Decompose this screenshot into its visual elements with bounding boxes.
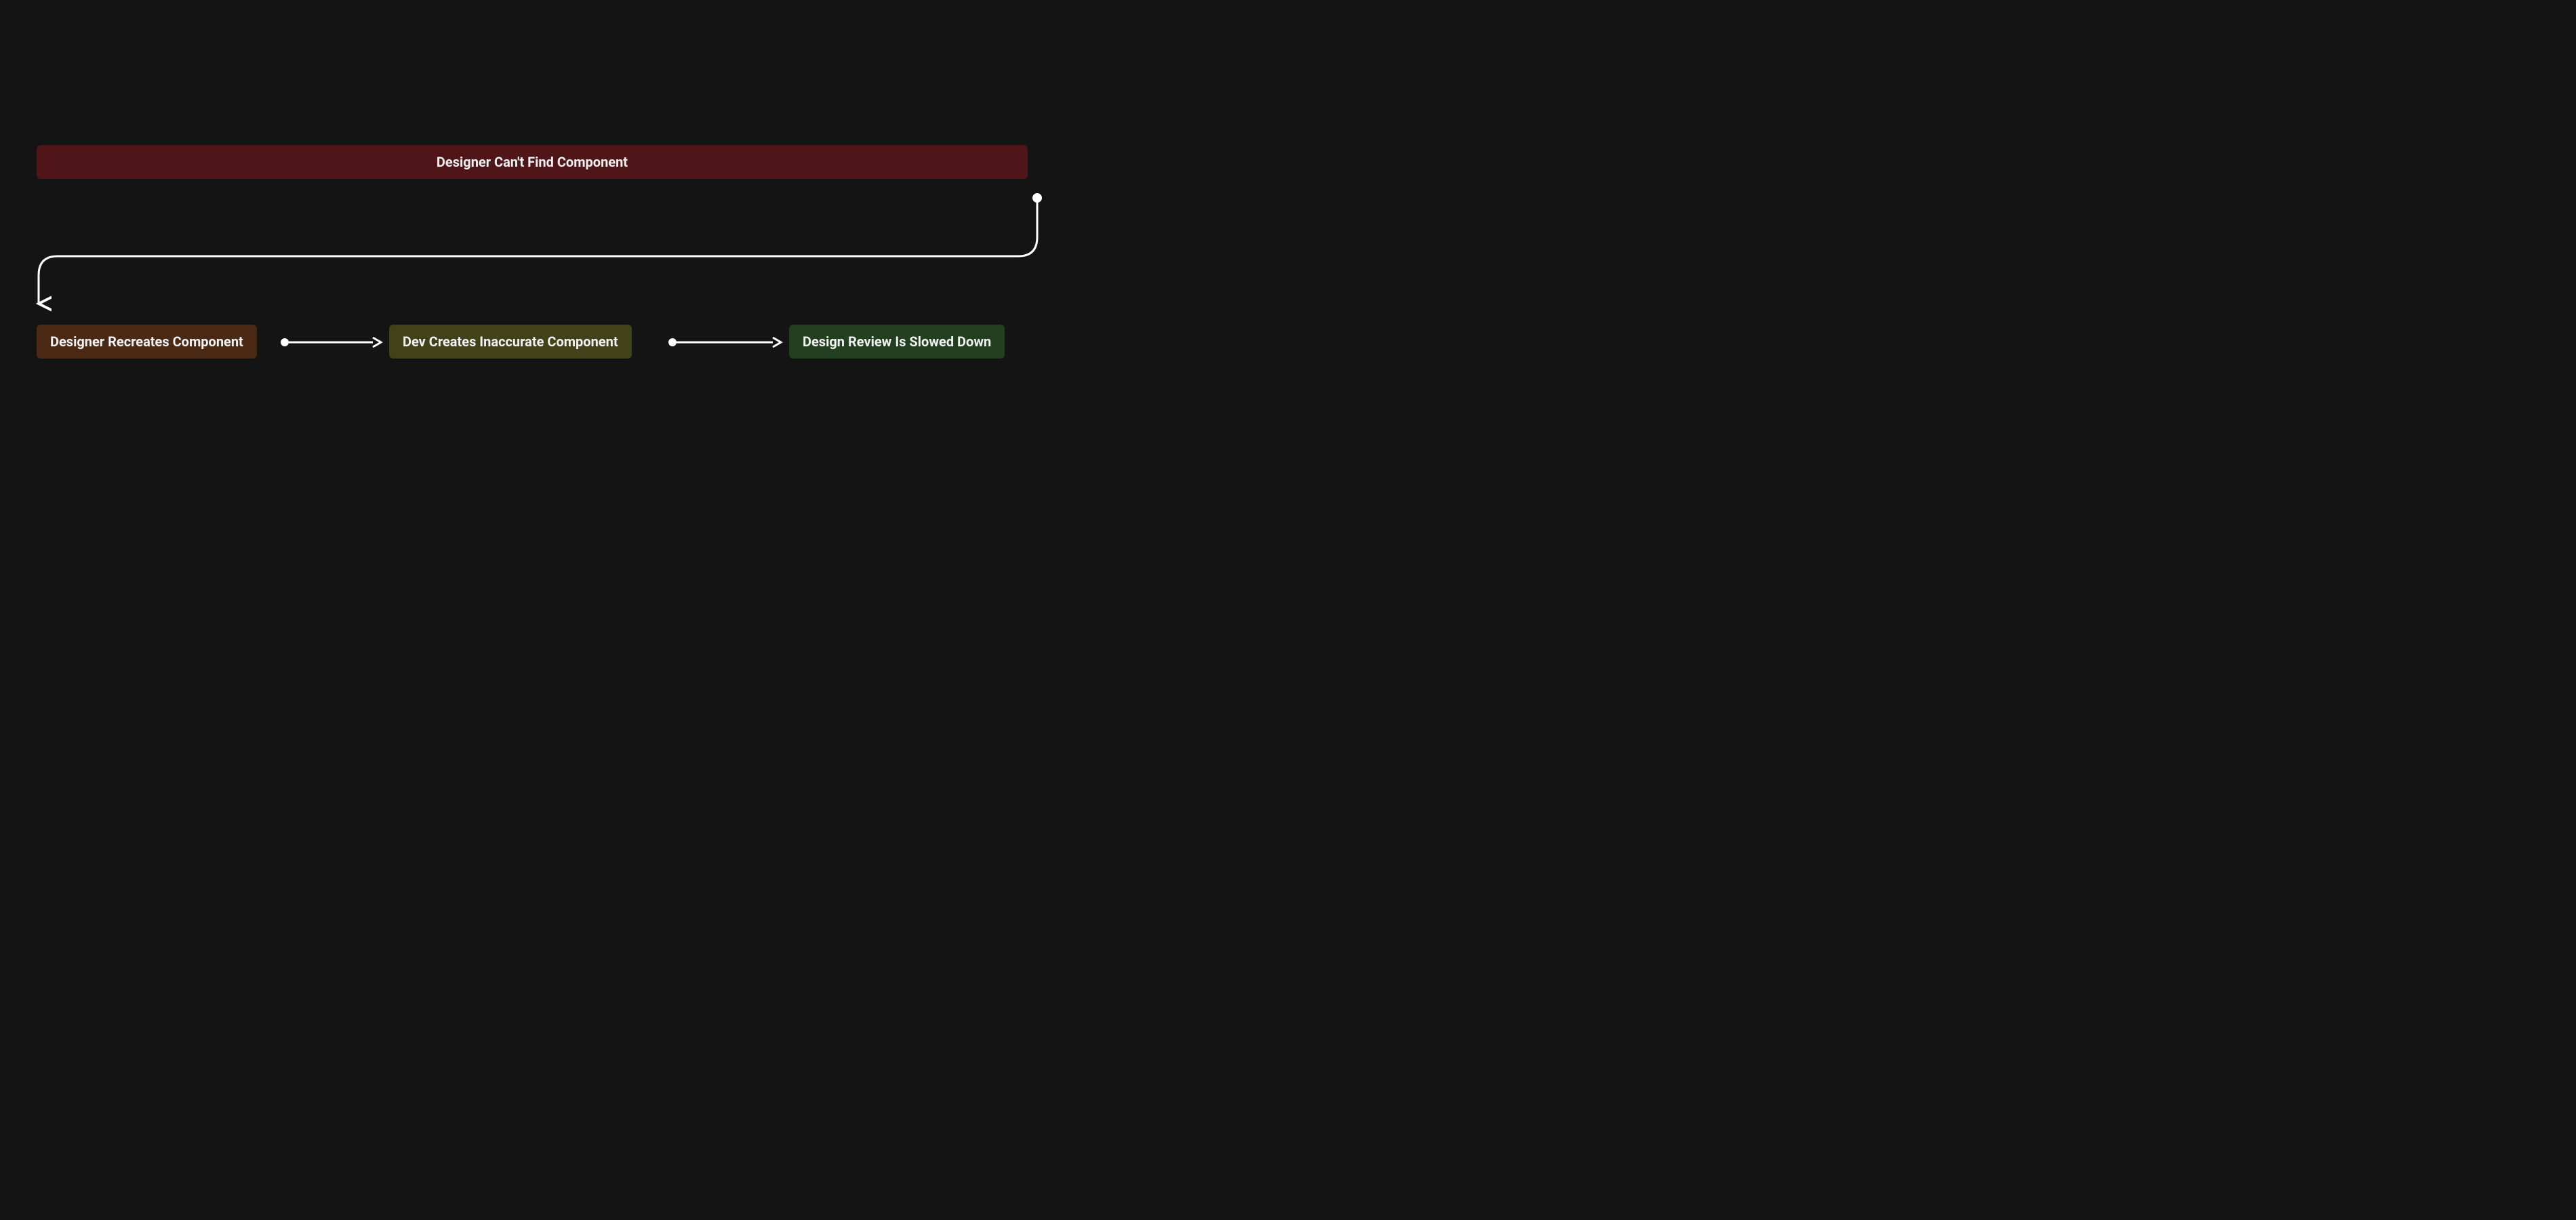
node-design-review-slow: Design Review Is Slowed Down [789, 325, 1005, 359]
node-dev-inaccurate: Dev Creates Inaccurate Component [389, 325, 632, 359]
node-label: Designer Can't Find Component [437, 154, 628, 170]
diagram-canvas: Designer Can't Find Component Designer R… [0, 0, 1064, 504]
node-designer-recreates: Designer Recreates Component [37, 325, 257, 359]
connector-top-to-a [0, 0, 1064, 504]
node-label: Dev Creates Inaccurate Component [403, 333, 618, 350]
node-label: Design Review Is Slowed Down [803, 333, 991, 350]
connector-a-to-b [279, 336, 381, 349]
connector-b-to-c [667, 336, 781, 349]
node-designer-cant-find: Designer Can't Find Component [37, 145, 1028, 179]
node-label: Designer Recreates Component [50, 333, 243, 350]
